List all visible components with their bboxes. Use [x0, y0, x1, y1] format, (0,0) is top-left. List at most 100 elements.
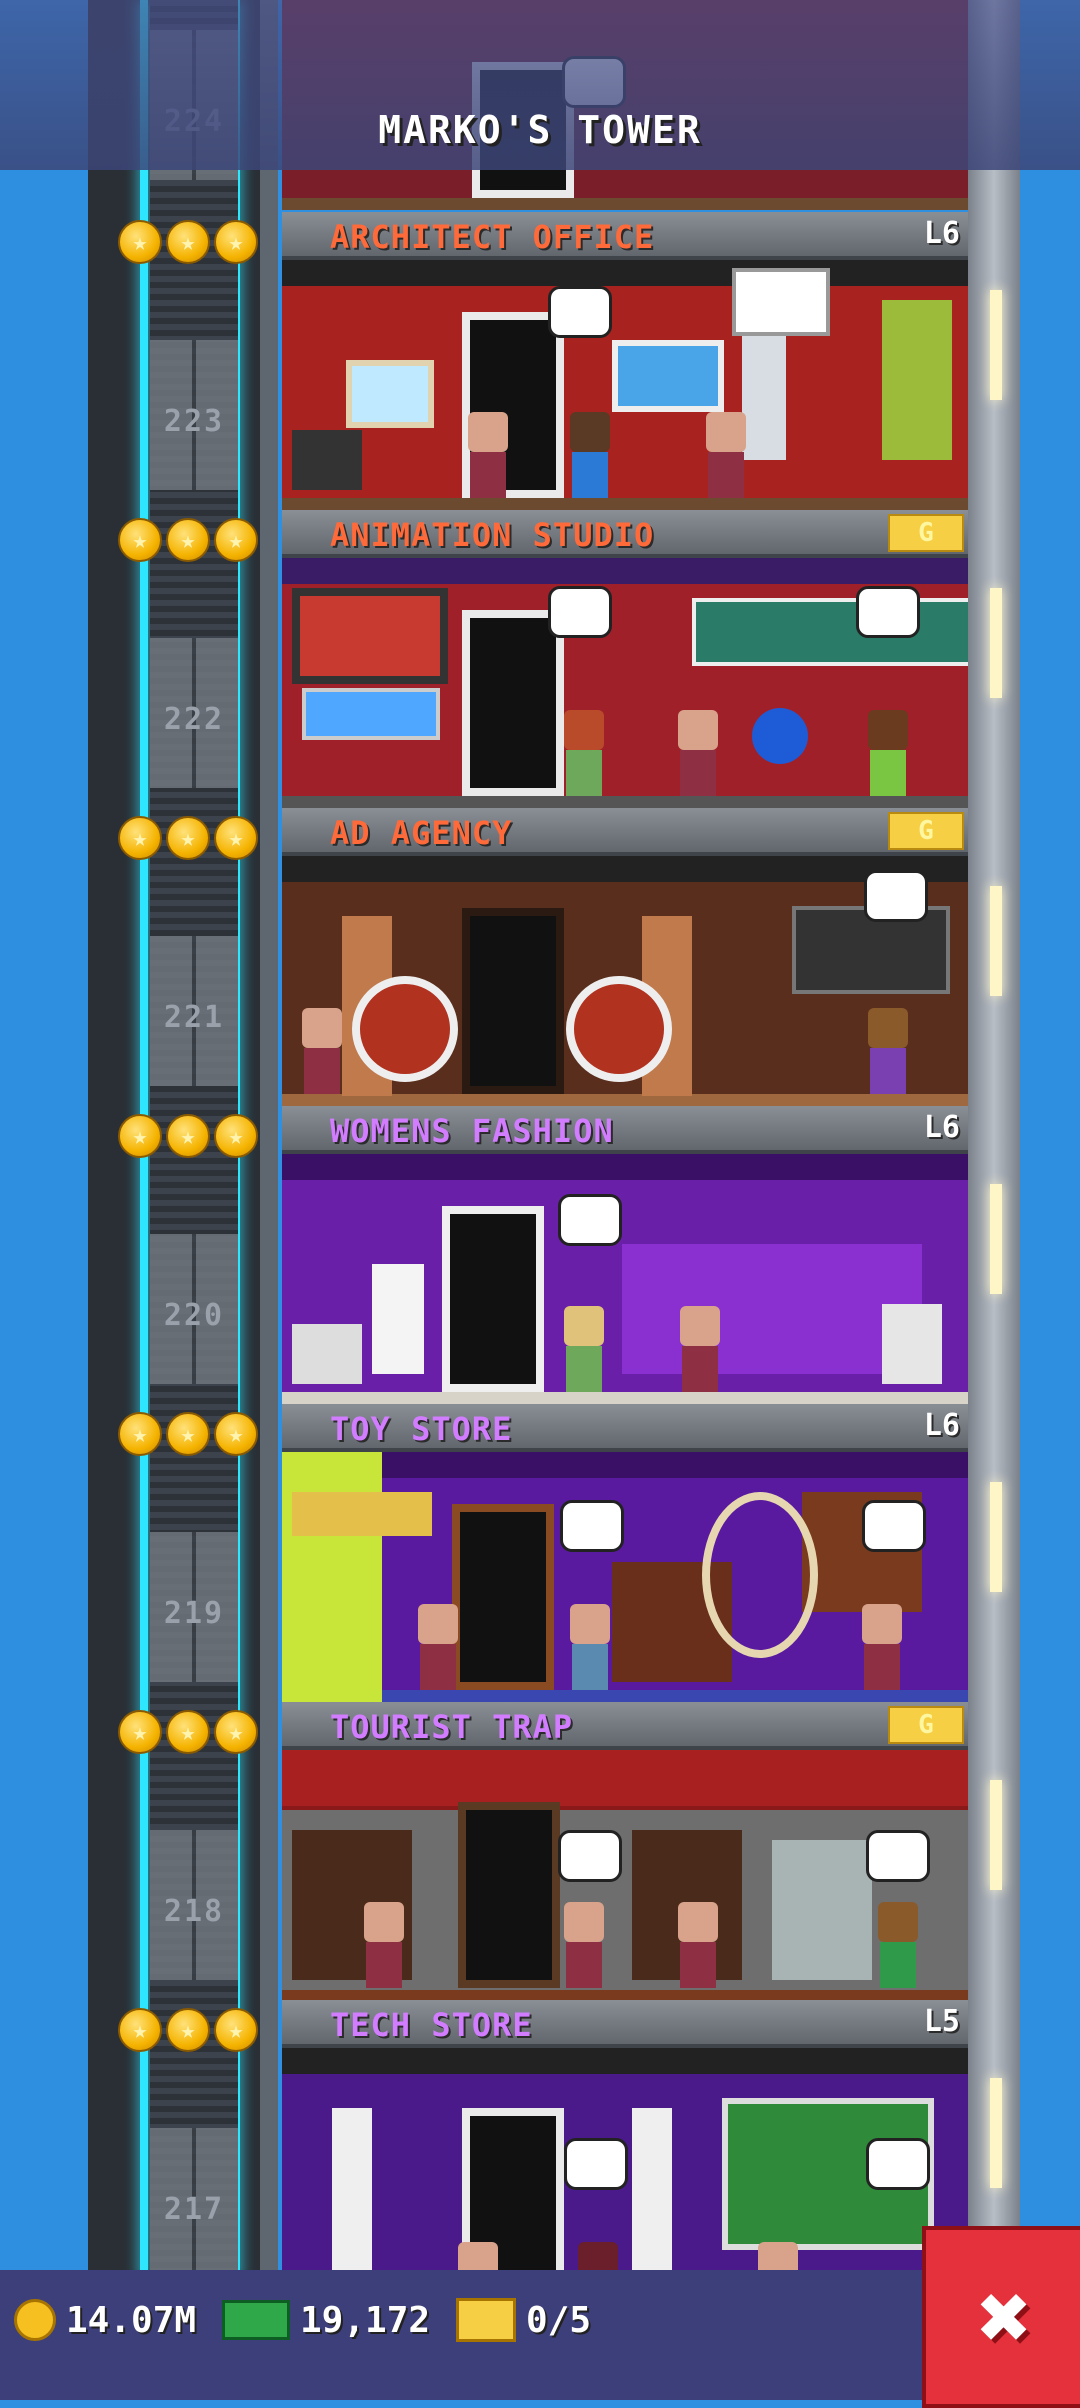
floor-header: ANIMATION STUDIO G: [282, 510, 968, 558]
tower-resident[interactable]: [564, 412, 616, 498]
tower-resident[interactable]: [564, 1604, 616, 1690]
drafting-table-prop: [612, 340, 724, 412]
coins-display: 14.07M: [14, 2296, 196, 2344]
floor-tech-store[interactable]: TECH STORE L5: [282, 2000, 968, 2298]
tower-resident[interactable]: [862, 710, 914, 796]
shelf-prop: [292, 1324, 362, 1384]
floor-womens-fashion[interactable]: WOMENS FASHION L6: [282, 1106, 968, 1404]
speech-bubble: [548, 286, 612, 338]
star-icon: ★: [166, 2008, 210, 2052]
floor-name: TOY STORE: [330, 1410, 513, 1448]
wall-lamp: [990, 886, 1002, 996]
tower-resident[interactable]: [412, 1604, 464, 1690]
floor-header: AD AGENCY G: [282, 808, 968, 856]
monitors-prop: [302, 688, 440, 740]
wall-lamp: [990, 588, 1002, 698]
coin-icon: [14, 2299, 56, 2341]
tower-resident[interactable]: [558, 1306, 610, 1392]
room-floor: [282, 498, 968, 510]
floor-room: [282, 856, 968, 1106]
speech-bubble: [866, 2138, 930, 2190]
floor-level: L6: [923, 1110, 960, 1145]
plant-prop: [882, 300, 952, 460]
tower-resident[interactable]: [700, 412, 752, 498]
speech-bubble: [862, 1500, 926, 1552]
room-floor: [282, 1392, 968, 1404]
exercise-ball-prop: [752, 708, 808, 764]
floor-room: [282, 260, 968, 510]
floor-number: 218: [163, 1894, 225, 1929]
floor-room: [282, 2048, 968, 2298]
tower-bux-icon: [222, 2300, 290, 2340]
star-icon: ★: [214, 1710, 258, 1754]
floor-animation-studio[interactable]: ANIMATION STUDIO G: [282, 510, 968, 808]
speech-bubble: [564, 2138, 628, 2190]
room-ceiling: [282, 558, 968, 584]
tower-resident[interactable]: [462, 412, 514, 498]
star-icon: ★: [118, 220, 162, 264]
star-icon: ★: [118, 1710, 162, 1754]
tower-resident[interactable]: [856, 1604, 908, 1690]
wall-lamp: [990, 2078, 1002, 2188]
egg-chair-prop: [566, 976, 672, 1082]
star-icon: ★: [118, 518, 162, 562]
floor-room: [282, 1452, 968, 1702]
floor-name: WOMENS FASHION: [330, 1112, 614, 1150]
floor-room: [282, 1750, 968, 2000]
star-icon: ★: [118, 1114, 162, 1158]
star-icon: ★: [166, 1710, 210, 1754]
floor-number: 221: [163, 1000, 225, 1035]
painting-prop: [346, 360, 434, 428]
star-icon: ★: [118, 2008, 162, 2052]
room-ceiling: [282, 260, 968, 286]
floor-header: TECH STORE L5: [282, 2000, 968, 2048]
floor-number: 222: [163, 702, 225, 737]
speech-bubble: [558, 1194, 622, 1246]
floor-number: 217: [163, 2192, 225, 2227]
star-icon: ★: [166, 816, 210, 860]
room-floor: [282, 198, 968, 210]
bux-display: 19,172: [222, 2296, 430, 2344]
tower-resident[interactable]: [862, 1008, 914, 1094]
tower-resident[interactable]: [674, 1306, 726, 1392]
wall-lamp: [990, 1482, 1002, 1592]
star-icon: ★: [214, 2008, 258, 2052]
floor-number: 220: [163, 1298, 225, 1333]
floor-name: ANIMATION STUDIO: [330, 516, 655, 554]
floor-number: 219: [163, 1596, 225, 1631]
star-icon: ★: [166, 1114, 210, 1158]
floor-toy-store[interactable]: TOY STORE L6: [282, 1404, 968, 1702]
floor-level: L6: [923, 1408, 960, 1443]
tower-resident[interactable]: [296, 1008, 348, 1094]
floor-stars: ★ ★ ★: [118, 518, 258, 562]
floor-name: TECH STORE: [330, 2006, 533, 2044]
close-button[interactable]: ✖: [922, 2226, 1080, 2408]
tower-resident[interactable]: [558, 710, 610, 796]
speech-bubble: [866, 1830, 930, 1882]
tower-resident[interactable]: [358, 1902, 410, 1988]
tower-resident[interactable]: [672, 710, 724, 796]
room-ceiling: [282, 2048, 968, 2074]
speech-bubble: [548, 586, 612, 638]
floor-ad-agency[interactable]: AD AGENCY G: [282, 808, 968, 1106]
floor-header: TOY STORE L6: [282, 1404, 968, 1452]
floor-tourist-trap[interactable]: TOURIST TRAP G: [282, 1702, 968, 2000]
floor-header: ARCHITECT OFFICE L6: [282, 212, 968, 260]
floor-stars: ★ ★ ★: [118, 2008, 258, 2052]
elevator-edge: [260, 0, 278, 2280]
storyboard-prop: [692, 598, 968, 666]
yellow-wall-prop: [282, 1452, 382, 1702]
floor-header: WOMENS FASHION L6: [282, 1106, 968, 1154]
wall-lamp: [990, 1780, 1002, 1890]
floor-architect-office[interactable]: ARCHITECT OFFICE L6: [282, 212, 968, 510]
ball-maze-prop: [702, 1492, 818, 1658]
tower-resident[interactable]: [672, 1902, 724, 1988]
floor-level: L6: [923, 216, 960, 251]
gold-star-badge: G: [888, 1706, 964, 1744]
wall-lamp: [990, 1184, 1002, 1294]
tower-resident[interactable]: [558, 1902, 610, 1988]
floor-name: AD AGENCY: [330, 814, 513, 852]
speech-bubble: [856, 586, 920, 638]
tower-resident[interactable]: [872, 1902, 924, 1988]
blueprint-prop: [732, 268, 830, 336]
